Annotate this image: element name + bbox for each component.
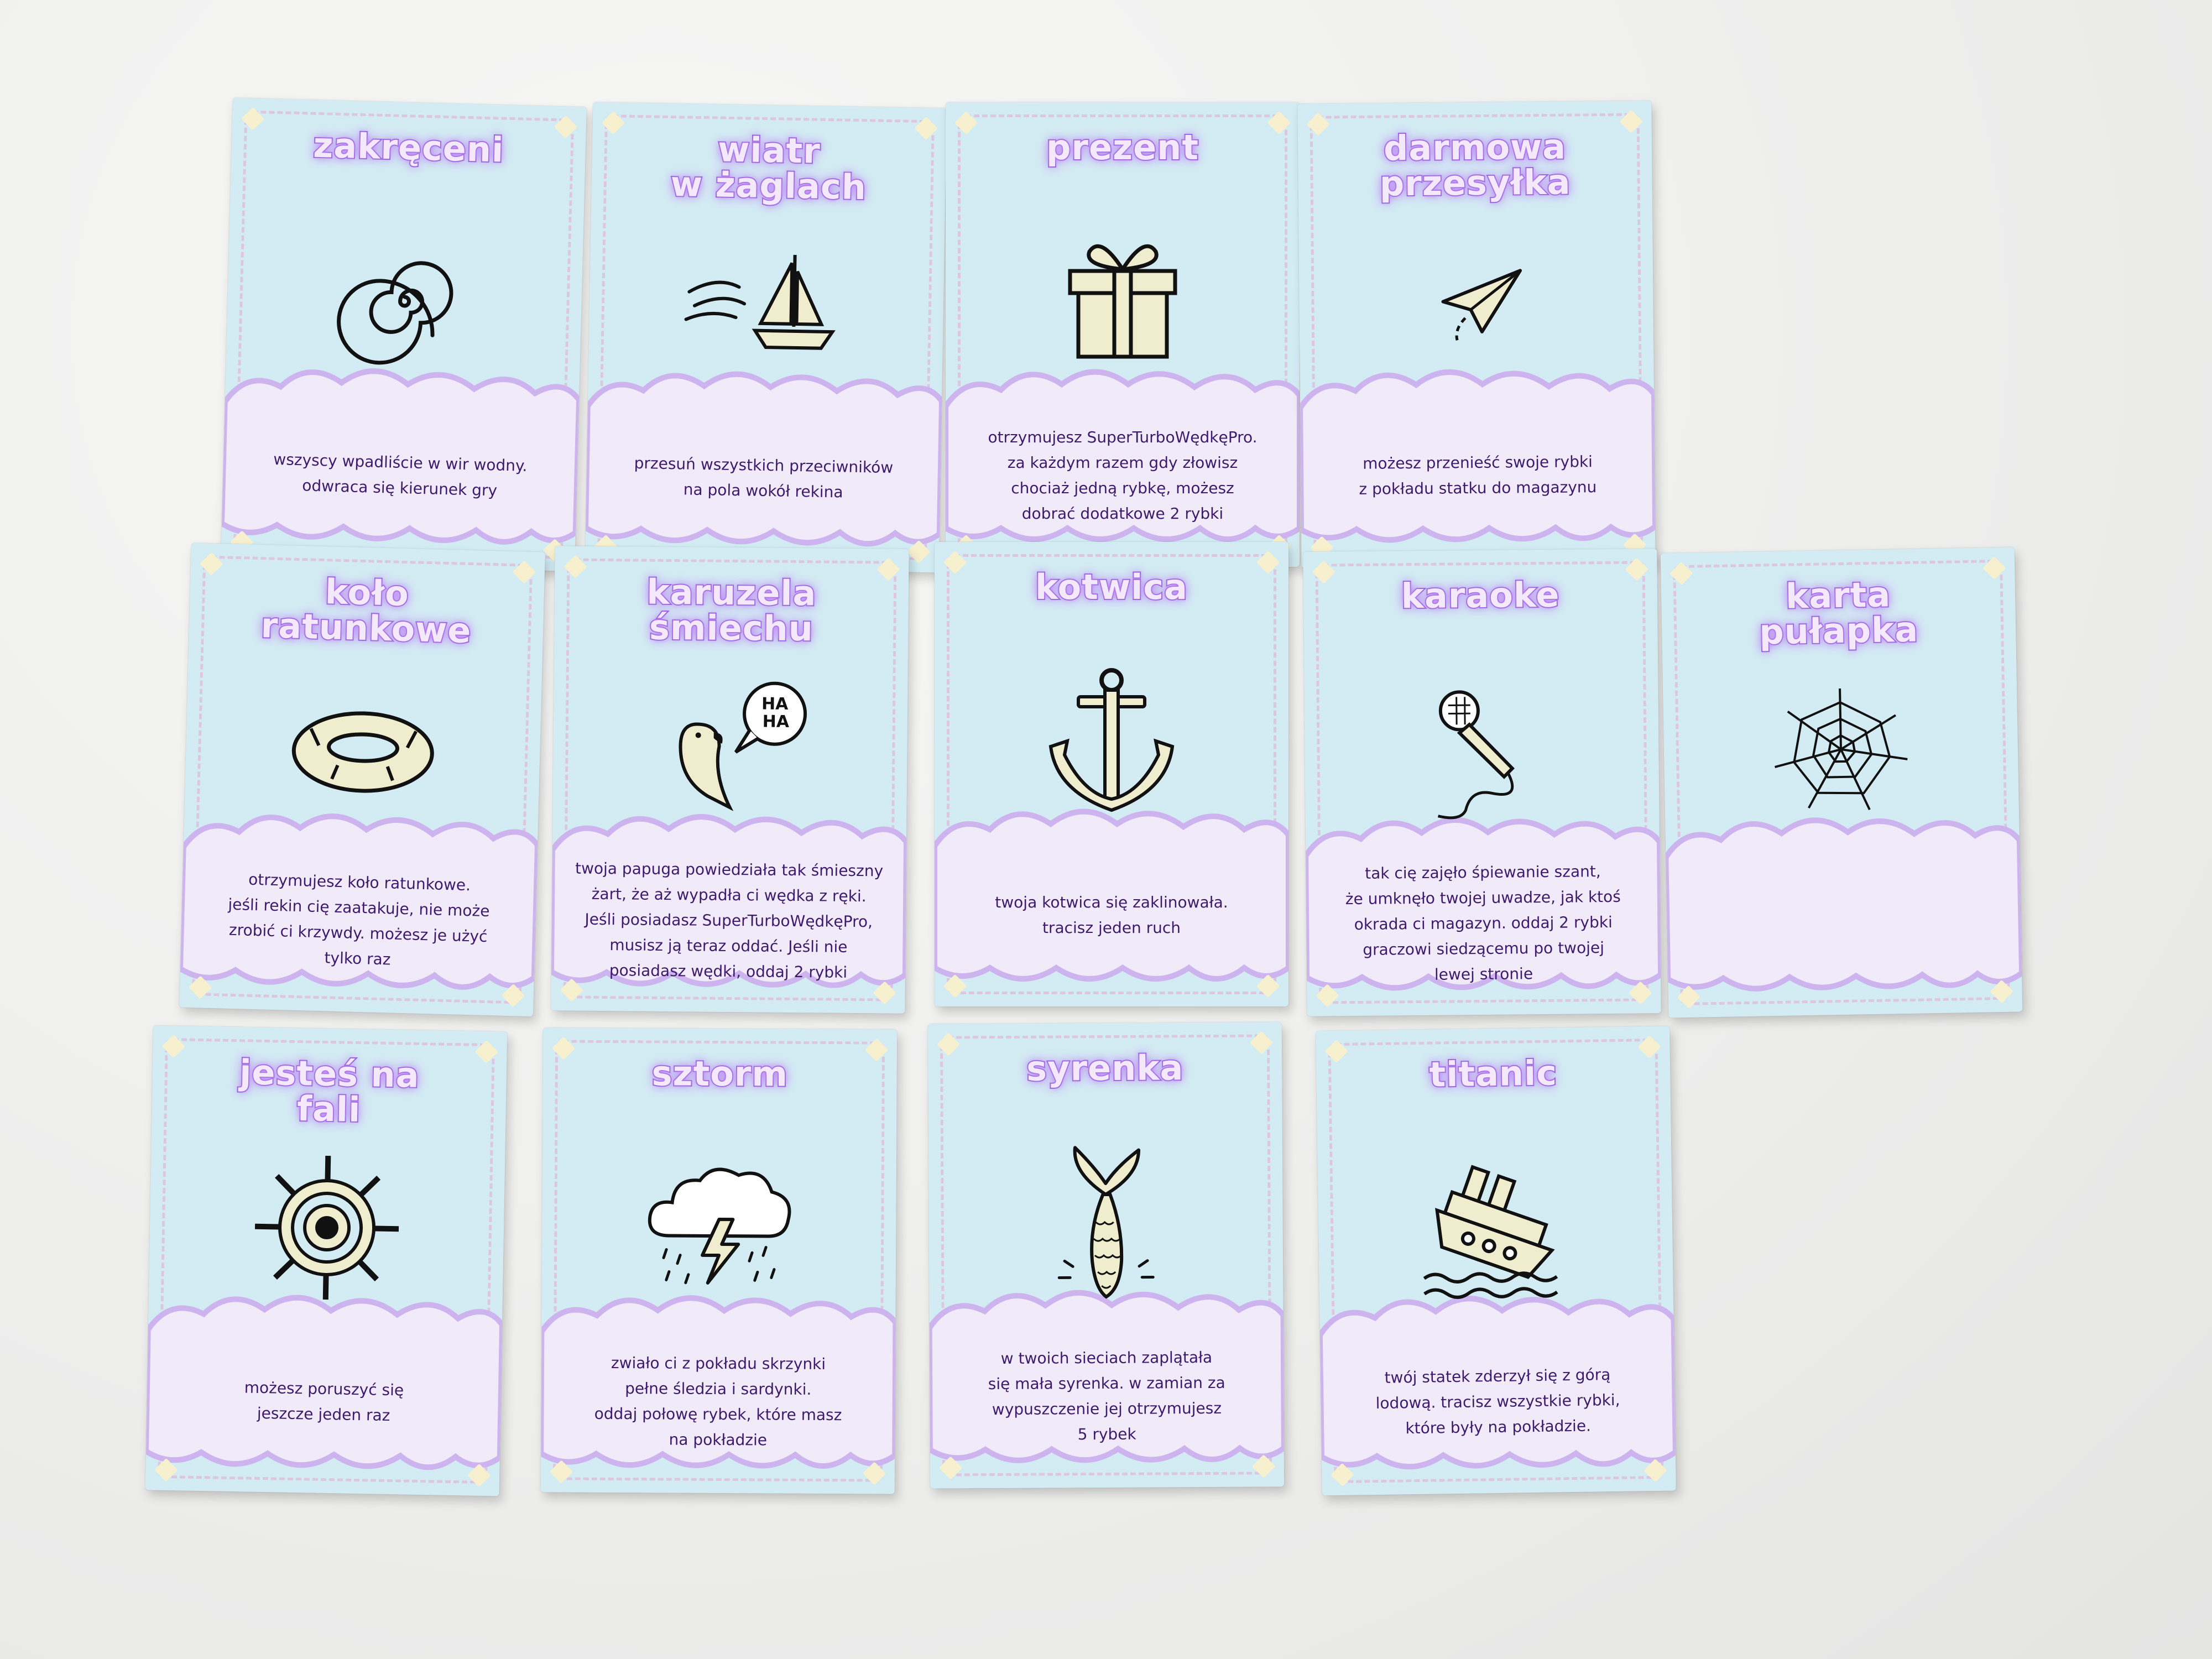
card-karaoke[interactable]: karaoke tak cię zajęło śpiewanie szant, … [1303,549,1661,1016]
card-title: wiatr w żaglach [669,128,868,208]
card-title: sztorm [650,1052,789,1095]
card-title: kotwica [1034,567,1188,607]
card-title: koło ratunkowe [259,570,473,652]
parrot-laughing-icon: HA HA [679,681,807,811]
storm-cloud-icon [648,1167,791,1285]
card-jestes-na-fali[interactable]: jesteś na fali możesz poruszyć się jeszc… [145,1025,508,1496]
card-description: twoja papuga powiedziała tak śmieszny ża… [575,859,884,982]
card-karta-pulapka[interactable]: karta pułapka [1660,547,2023,1018]
card-description: twoja kotwica się zaklinowała. tracisz j… [995,893,1228,937]
card-title: syrenka [1025,1046,1185,1089]
sailboat-wind-icon [684,254,836,350]
gift-icon [1068,244,1177,359]
card-kolo-ratunkowe[interactable]: koło ratunkowe otrzymujesz koło ratunkow… [179,542,545,1017]
card-description: otrzymujesz SuperTurboWędkęPro. za każdy… [988,428,1258,523]
svg-text:HA: HA [761,694,789,713]
spiderweb-icon [1774,688,1908,810]
card-syrenka[interactable]: syrenka w twoich sieciach zaplątała się … [927,1022,1285,1489]
card-sztorm[interactable]: sztorm zwiało ci z pokładu skrzynki pełn… [540,1027,898,1494]
card-wiatr-w-zaglach[interactable]: wiatr w żaglach przesuń wszystkich przec… [585,102,947,573]
anchor-icon [1048,668,1175,812]
mermaid-tail-icon [1057,1146,1155,1299]
card-description: przesuń wszystkich przeciwników na pola … [634,453,894,502]
card-zakreceni[interactable]: zakręceni wszyscy wpadliście w wir wodny… [221,97,587,572]
card-darmowa-przesylka[interactable]: darmowa przesyłka możesz przenieść swoje… [1297,101,1656,568]
card-description: możesz poruszyć się jeszcze jeden raz [244,1378,404,1425]
card-title: darmowa przesyłka [1379,126,1572,205]
card-karuzela-smiechu[interactable]: karuzela śmiechu HA HA twoja papuga powi… [551,546,909,1014]
card-title: karta pułapka [1758,573,1920,653]
card-description: zwiało ci z pokładu skrzynki pełne śledz… [594,1353,842,1449]
card-kotwica[interactable]: kotwica twoja kotwica się zaklinowała. t… [935,542,1288,1006]
card-description: wszyscy wpadliście w wir wodny. odwraca … [273,450,528,500]
card-description: w twoich sieciach zaplątała się mała syr… [988,1348,1225,1444]
ship-wheel-icon [254,1155,399,1300]
spiral-icon [337,261,453,365]
card-prezent[interactable]: prezent otrzymujesz SuperTurboWędkęPro. … [946,102,1300,567]
card-description [1688,857,2000,990]
paper-plane-icon [1441,269,1522,341]
card-titanic[interactable]: titanic twój statek zderzył się z górą l… [1316,1026,1676,1496]
card-description: możesz przenieść swoje rybki z pokładu s… [1359,452,1597,498]
card-description: twój statek zderzył się z górą lodową. t… [1375,1365,1620,1438]
card-title: jesteś na fali [238,1051,421,1131]
card-title: karaoke [1400,573,1561,617]
sinking-ship-icon [1423,1165,1558,1299]
card-title: prezent [1045,127,1199,168]
card-description: otrzymujesz koło ratunkowe. jeśli rekin … [228,870,490,969]
table-surface: zakręceni wszyscy wpadliście w wir wodny… [0,0,2212,1659]
card-description: tak cię zajęło śpiewanie szant, że umknę… [1345,862,1621,984]
microphone-icon [1437,690,1515,820]
card-title: karuzela śmiechu [645,571,818,650]
lifebuoy-icon [291,711,434,793]
card-title: titanic [1428,1051,1559,1095]
svg-text:HA: HA [763,712,790,732]
